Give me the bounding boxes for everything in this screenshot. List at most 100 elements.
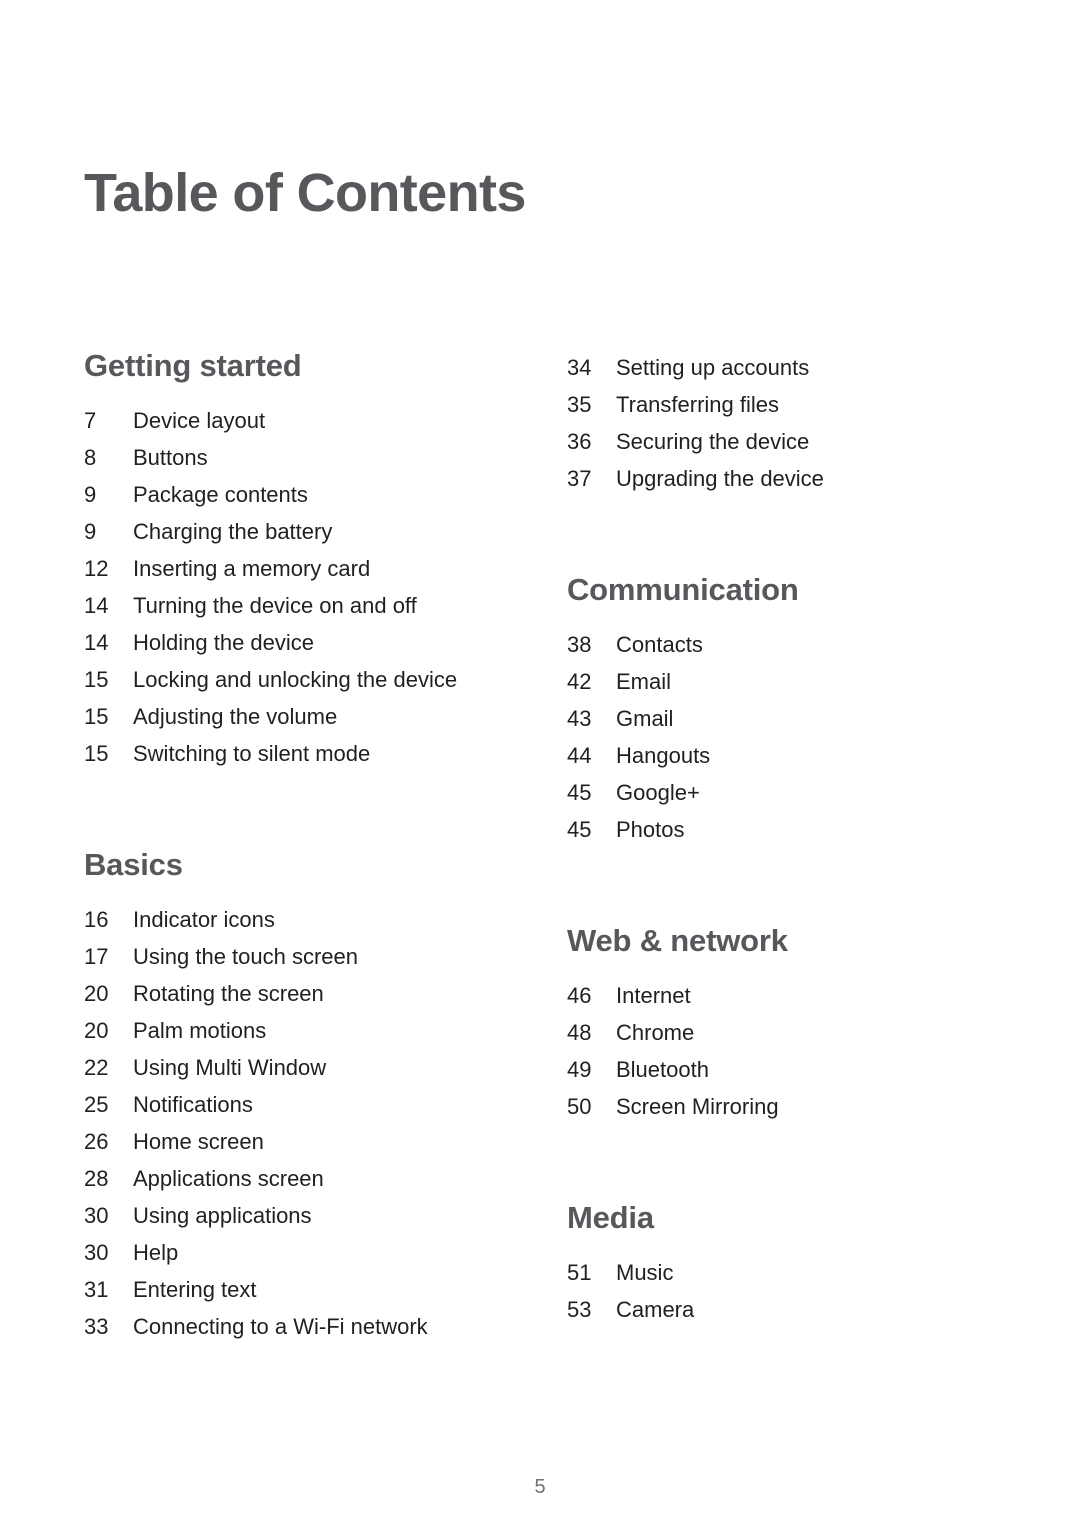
toc-entry[interactable]: 25 Notifications — [84, 1086, 514, 1123]
toc-entry-label: Locking and unlocking the device — [133, 667, 458, 693]
toc-entry[interactable]: 43 Gmail — [567, 700, 987, 737]
toc-entry-label: Connecting to a Wi-Fi network — [133, 1314, 428, 1340]
toc-entry[interactable]: 15 Locking and unlocking the device — [84, 661, 514, 698]
toc-column-left: Getting started 7 Device layout 8 Buttons 9 Pa… — [84, 348, 514, 1345]
toc-entry[interactable]: 30 Help — [84, 1234, 514, 1271]
toc-entry-label: Palm motions — [133, 1018, 267, 1044]
toc-entry[interactable]: 17 Using the touch screen — [84, 938, 514, 975]
toc-entry-page-number: 45 — [567, 817, 592, 843]
toc-column-right: 34 Setting up accounts 35 Transferring file… — [567, 349, 987, 1328]
toc-entry[interactable]: 9 Charging the battery — [84, 513, 514, 550]
toc-entry-page-number: 14 — [84, 630, 109, 656]
toc-section-getting-started: Getting started 7 Device layout 8 Buttons 9 Pa… — [84, 348, 514, 772]
toc-entry[interactable]: 45 Photos — [567, 811, 987, 848]
toc-entry-page-number: 33 — [84, 1314, 109, 1340]
toc-entry[interactable]: 20 Rotating the screen — [84, 975, 514, 1012]
toc-entry-page-number: 20 — [84, 1018, 109, 1044]
page-title: Table of Contents — [84, 163, 526, 224]
toc-entry-page-number: 42 — [567, 669, 592, 695]
toc-entry-page-number: 12 — [84, 556, 109, 582]
toc-entry-label: Turning the device on and off — [133, 593, 417, 619]
toc-entry-page-number: 31 — [84, 1277, 109, 1303]
toc-entry[interactable]: 36 Securing the device — [567, 423, 987, 460]
toc-entry[interactable]: 48 Chrome — [567, 1014, 987, 1051]
toc-entry-label: Help — [133, 1240, 179, 1266]
toc-entry-label: Contacts — [616, 632, 703, 658]
toc-entry[interactable]: 31 Entering text — [84, 1271, 514, 1308]
toc-entry[interactable]: 28 Applications screen — [84, 1160, 514, 1197]
toc-entry-label: Securing the device — [616, 429, 810, 454]
toc-entry-label: Transferring files — [616, 392, 780, 417]
section-heading: Web & network — [567, 923, 788, 959]
toc-entry[interactable]: 46 Internet — [567, 977, 987, 1014]
toc-entry[interactable]: 45 Google+ — [567, 774, 987, 811]
toc-entry-page-number: 37 — [567, 466, 592, 491]
toc-entry-page-number: 16 — [84, 907, 109, 933]
toc-entry-label: Charging the battery — [133, 519, 333, 545]
toc-entry-page-number: 15 — [84, 741, 109, 767]
toc-entry-page-number: 35 — [567, 392, 592, 417]
toc-entry-page-number: 25 — [84, 1092, 109, 1118]
toc-entry-page-number: 28 — [84, 1166, 109, 1192]
toc-entry-label: Holding the device — [133, 630, 315, 656]
toc-entry-list: 46 Internet 48 Chrome 49 Bluetooth 50 Screen Mi… — [567, 977, 987, 1125]
toc-entry-page-number: 53 — [567, 1297, 592, 1323]
toc-entry[interactable]: 51 Music — [567, 1254, 987, 1291]
toc-entry[interactable]: 30 Using applications — [84, 1197, 514, 1234]
toc-entry-list: 51 Music 53 Camera — [567, 1254, 987, 1328]
toc-entry-label: Rotating the screen — [133, 981, 324, 1007]
toc-entry-page-number: 22 — [84, 1055, 109, 1081]
toc-entry[interactable]: 44 Hangouts — [567, 737, 987, 774]
toc-entry-label: Google+ — [616, 780, 700, 806]
toc-entry[interactable]: 33 Connecting to a Wi-Fi network — [84, 1308, 514, 1345]
toc-entry[interactable]: 26 Home screen — [84, 1123, 514, 1160]
toc-entry-label: Applications screen — [133, 1166, 324, 1192]
toc-entry-label: Setting up accounts — [616, 355, 810, 380]
toc-entry-label: Photos — [616, 817, 685, 843]
toc-entry[interactable]: 20 Palm motions — [84, 1012, 514, 1049]
toc-entry-label: Entering text — [133, 1277, 257, 1303]
toc-entry[interactable]: 53 Camera — [567, 1291, 987, 1328]
toc-entry[interactable]: 42 Email — [567, 663, 987, 700]
toc-entry[interactable]: 35 Transferring files — [567, 386, 987, 423]
toc-entry[interactable]: 14 Turning the device on and off — [84, 587, 514, 624]
toc-section-communication: Communication 38 Contacts 42 Email 43 Gmail 44 H… — [567, 572, 987, 848]
toc-entry-page-number: 20 — [84, 981, 109, 1007]
toc-entry[interactable]: 14 Holding the device — [84, 624, 514, 661]
toc-entry[interactable]: 16 Indicator icons — [84, 901, 514, 938]
toc-entry[interactable]: 38 Contacts — [567, 626, 987, 663]
section-heading: Basics — [84, 847, 183, 883]
toc-entry[interactable]: 15 Adjusting the volume — [84, 698, 514, 735]
toc-entry-page-number: 34 — [567, 355, 592, 380]
toc-entry-label: Music — [616, 1260, 674, 1286]
toc-section-web-network: Web & network 46 Internet 48 Chrome 49 Bluetoo… — [567, 923, 987, 1125]
toc-section-basics: Basics 16 Indicator icons 17 Using the touch… — [84, 847, 514, 1345]
toc-entry-page-number: 38 — [567, 632, 592, 658]
toc-entry-list: 7 Device layout 8 Buttons 9 Package contents 9… — [84, 402, 514, 772]
toc-entry-page-number: 51 — [567, 1260, 592, 1286]
toc-entry-page-number: 15 — [84, 667, 109, 693]
toc-entry[interactable]: 50 Screen Mirroring — [567, 1088, 987, 1125]
toc-entry-label: Home screen — [133, 1129, 264, 1155]
toc-entry[interactable]: 15 Switching to silent mode — [84, 735, 514, 772]
toc-entry-page-number: 50 — [567, 1094, 592, 1120]
toc-entry[interactable]: 7 Device layout — [84, 402, 514, 439]
toc-entry[interactable]: 9 Package contents — [84, 476, 514, 513]
toc-entry[interactable]: 34 Setting up accounts — [567, 349, 987, 386]
toc-entry[interactable]: 22 Using Multi Window — [84, 1049, 514, 1086]
toc-entry-list: 38 Contacts 42 Email 43 Gmail 44 Hangouts 45 Goog… — [567, 626, 987, 848]
toc-entry-list: 34 Setting up accounts 35 Transferring file… — [567, 349, 987, 497]
toc-entry-page-number: 17 — [84, 944, 109, 970]
toc-entry[interactable]: 49 Bluetooth — [567, 1051, 987, 1088]
toc-entry[interactable]: 8 Buttons — [84, 439, 514, 476]
toc-entry[interactable]: 12 Inserting a memory card — [84, 550, 514, 587]
toc-entry-label: Device layout — [133, 408, 266, 434]
toc-entry[interactable]: 37 Upgrading the device — [567, 460, 987, 497]
toc-entry-label: Using applications — [133, 1203, 312, 1229]
toc-entry-label: Using Multi Window — [133, 1055, 327, 1081]
toc-entry-label: Screen Mirroring — [616, 1094, 779, 1120]
toc-entry-label: Adjusting the volume — [133, 704, 338, 730]
toc-entry-page-number: 9 — [84, 482, 97, 508]
toc-entry-label: Internet — [616, 983, 691, 1009]
toc-entry-label: Inserting a memory card — [133, 556, 371, 582]
